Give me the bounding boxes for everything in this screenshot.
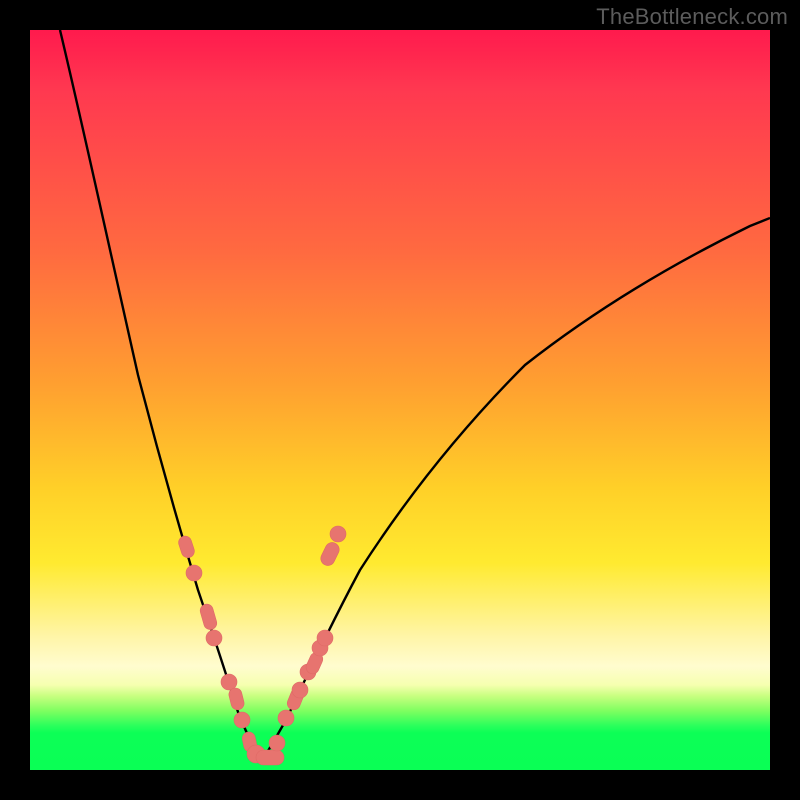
marker-dot bbox=[269, 735, 285, 751]
marker-dot bbox=[278, 710, 294, 726]
marker-dot bbox=[292, 682, 308, 698]
marker-dot bbox=[256, 750, 284, 765]
watermark-text: TheBottleneck.com bbox=[596, 4, 788, 30]
marker-dot bbox=[186, 565, 202, 581]
chart-frame: TheBottleneck.com bbox=[0, 0, 800, 800]
left-curve bbox=[60, 30, 262, 758]
chart-plot-area bbox=[30, 30, 770, 770]
marker-dot bbox=[177, 534, 196, 559]
marker-dot bbox=[206, 630, 222, 646]
marker-dot bbox=[330, 526, 346, 542]
marker-dot bbox=[199, 603, 219, 632]
marker-dot bbox=[318, 540, 341, 568]
marker-dot bbox=[317, 630, 333, 646]
right-curve bbox=[262, 218, 770, 758]
marker-dot bbox=[221, 674, 237, 690]
chart-svg bbox=[30, 30, 770, 770]
marker-dot bbox=[228, 687, 246, 711]
marker-dot bbox=[234, 712, 250, 728]
